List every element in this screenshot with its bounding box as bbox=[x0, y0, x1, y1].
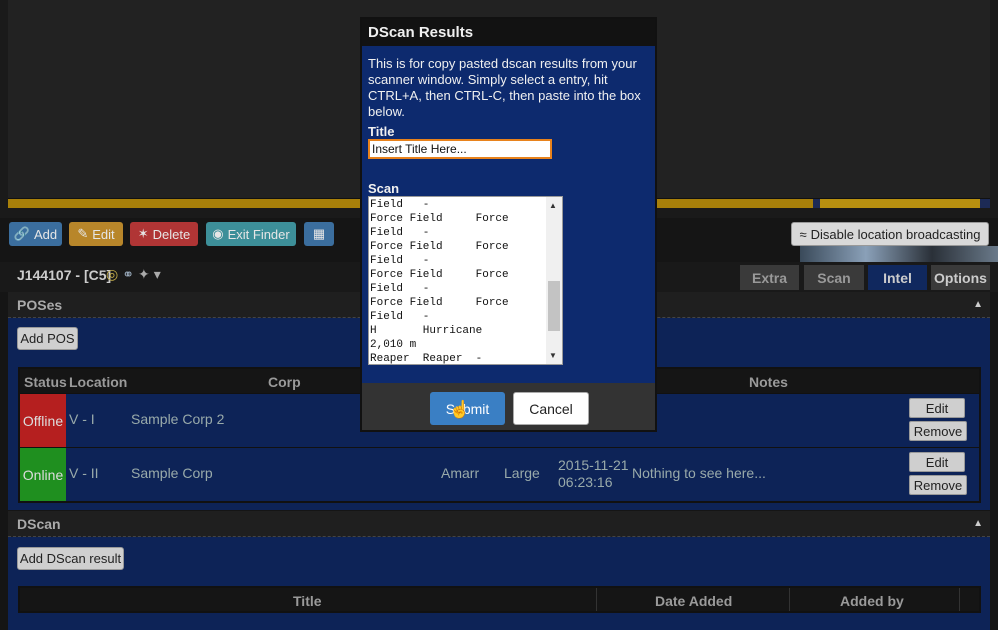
column-divider bbox=[959, 588, 960, 611]
poses-title: POSes bbox=[17, 297, 63, 313]
remove-pos-button[interactable]: Remove bbox=[909, 475, 967, 495]
add-button[interactable]: 🔗 Add bbox=[9, 222, 62, 246]
delete-button-label: Delete bbox=[152, 226, 191, 242]
pos-location: V - II bbox=[69, 465, 99, 481]
hand-cursor-icon: ☝ bbox=[449, 400, 471, 419]
ships-icon: ✦ bbox=[137, 266, 150, 282]
pos-time: 06:23:16 bbox=[558, 474, 613, 490]
status-badge: Offline bbox=[20, 394, 66, 447]
add-dscan-button[interactable]: Add DScan result bbox=[17, 547, 124, 570]
column-divider bbox=[789, 588, 790, 611]
column-title[interactable]: Title bbox=[293, 593, 322, 609]
effect-icon: ◎ bbox=[106, 266, 119, 282]
table-icon: ▦ bbox=[312, 226, 326, 241]
tab-scan[interactable]: Scan bbox=[804, 265, 864, 290]
dialog-footer: Submit Cancel ☝ bbox=[362, 383, 655, 430]
scan-text: Field - Force Field Force Field - Force … bbox=[370, 199, 509, 365]
edit-button[interactable]: ✎ Edit bbox=[69, 222, 123, 246]
collapse-caret-icon[interactable]: ▲ bbox=[973, 299, 983, 310]
column-divider bbox=[596, 588, 597, 611]
pos-corp: Sample Corp 2 bbox=[131, 411, 225, 427]
tab-options[interactable]: Options bbox=[931, 265, 990, 290]
dscan-results-dialog: DScan Results This is for copy pasted ds… bbox=[360, 17, 657, 432]
statics-icon: ⚭ bbox=[122, 266, 134, 282]
binoculars-icon: ◉ bbox=[212, 226, 224, 241]
pos-race: Amarr bbox=[441, 465, 480, 481]
dialog-title: DScan Results bbox=[368, 24, 474, 41]
pos-corp: Sample Corp bbox=[131, 465, 213, 481]
remove-pos-button[interactable]: Remove bbox=[909, 421, 967, 441]
edit-button-label: Edit bbox=[92, 226, 115, 242]
background-image bbox=[800, 246, 998, 262]
column-status[interactable]: Status bbox=[24, 374, 67, 390]
tab-extra[interactable]: Extra bbox=[740, 265, 799, 290]
scroll-thumb[interactable] bbox=[548, 281, 560, 331]
exit-finder-button[interactable]: ◉ Exit Finder bbox=[206, 222, 296, 246]
strip-segment bbox=[820, 199, 980, 208]
link-icon: 🔗 bbox=[13, 226, 31, 241]
add-button-label: Add bbox=[34, 226, 58, 242]
table-row: Online V - II Sample Corp Amarr Large 20… bbox=[20, 447, 979, 501]
dscan-panel-body bbox=[8, 537, 990, 630]
column-date-added[interactable]: Date Added bbox=[655, 593, 732, 609]
system-icons: ◎ ⚭ ✦ ▾ bbox=[106, 266, 161, 283]
unlink-icon: ✶ bbox=[137, 226, 149, 241]
delete-button[interactable]: ✶ Delete bbox=[130, 222, 198, 246]
system-name: J144107 - [C5] bbox=[17, 267, 112, 283]
pos-location: V - I bbox=[69, 411, 95, 427]
dropdown-icon[interactable]: ▾ bbox=[154, 266, 161, 283]
add-pos-button[interactable]: Add POS bbox=[17, 327, 78, 350]
column-location[interactable]: Location bbox=[69, 374, 127, 390]
status-badge: Online bbox=[20, 448, 66, 501]
scroll-down-icon[interactable]: ▼ bbox=[549, 351, 557, 360]
scan-textarea[interactable]: Field - Force Field Force Field - Force … bbox=[368, 196, 563, 365]
table-view-button[interactable]: ▦ bbox=[304, 222, 334, 246]
pencil-icon: ✎ bbox=[77, 226, 89, 241]
scroll-up-icon[interactable]: ▲ bbox=[549, 201, 557, 210]
scan-scrollbar[interactable]: ▲ ▼ bbox=[546, 197, 562, 364]
scan-field-label: Scan bbox=[368, 181, 400, 196]
column-corp[interactable]: Corp bbox=[268, 374, 301, 390]
column-added-by[interactable]: Added by bbox=[840, 593, 904, 609]
dscan-table-header: Title Date Added Added by bbox=[18, 586, 981, 613]
broadcast-label: Disable location broadcasting bbox=[810, 226, 981, 242]
edit-pos-button[interactable]: Edit bbox=[909, 398, 965, 418]
broadcast-toggle-button[interactable]: ≈ Disable location broadcasting bbox=[791, 222, 989, 246]
exit-finder-label: Exit Finder bbox=[227, 226, 290, 242]
tab-intel[interactable]: Intel bbox=[868, 265, 927, 290]
dscan-panel-header[interactable]: DScan ▲ bbox=[8, 511, 990, 537]
pos-date: 2015-11-21 bbox=[558, 457, 629, 473]
pos-notes: Nothing to see here... bbox=[632, 465, 766, 481]
collapse-caret-icon[interactable]: ▲ bbox=[973, 518, 983, 529]
pos-size: Large bbox=[504, 465, 540, 481]
column-notes[interactable]: Notes bbox=[749, 374, 788, 390]
wifi-icon: ≈ bbox=[799, 226, 807, 242]
cancel-button[interactable]: Cancel bbox=[513, 392, 589, 425]
dialog-instructions: This is for copy pasted dscan results fr… bbox=[368, 56, 641, 119]
dialog-titlebar: DScan Results bbox=[362, 19, 655, 46]
dscan-title: DScan bbox=[17, 516, 61, 532]
title-field-label: Title bbox=[368, 124, 395, 139]
edit-pos-button[interactable]: Edit bbox=[909, 452, 965, 472]
title-input[interactable] bbox=[368, 139, 552, 159]
